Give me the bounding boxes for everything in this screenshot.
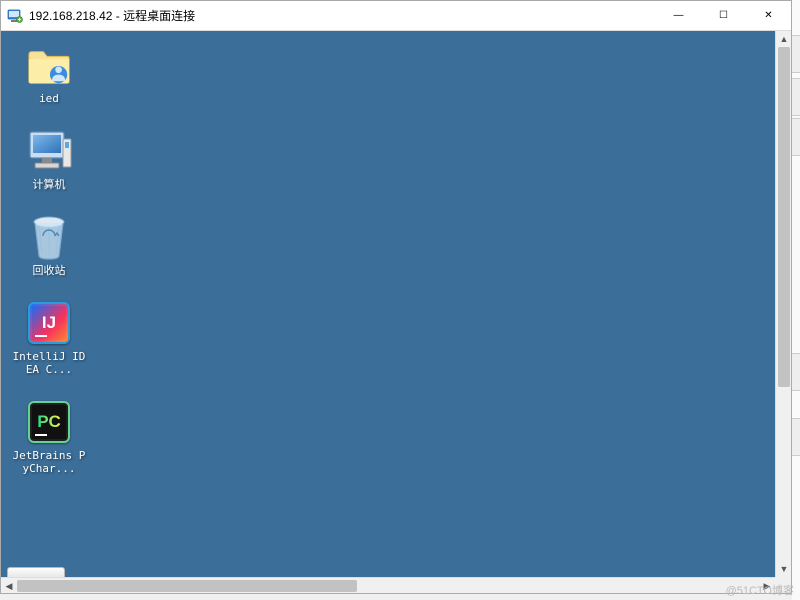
background-window-strip bbox=[792, 0, 800, 600]
vertical-scrollbar[interactable]: ▲ ▼ bbox=[775, 31, 791, 577]
pycharm-icon: PC bbox=[25, 398, 73, 446]
remote-desktop[interactable]: ied 计算机 bbox=[1, 31, 775, 577]
icon-label: JetBrains PyChar... bbox=[11, 449, 87, 475]
scrollbar-corner bbox=[775, 577, 791, 593]
window-controls: — ☐ ✕ bbox=[656, 1, 791, 30]
titlebar[interactable]: 192.168.218.42 - 远程桌面连接 — ☐ ✕ bbox=[1, 1, 791, 31]
background-item bbox=[792, 78, 800, 116]
horizontal-scrollbar[interactable]: ◀ ▶ bbox=[1, 577, 775, 593]
maximize-button[interactable]: ☐ bbox=[701, 1, 746, 30]
desktop-icon-computer[interactable]: 计算机 bbox=[11, 127, 87, 191]
scroll-right-arrow-icon[interactable]: ▶ bbox=[759, 578, 775, 593]
folder-icon bbox=[25, 41, 73, 89]
rdp-icon bbox=[7, 8, 23, 24]
vertical-scroll-thumb[interactable] bbox=[778, 47, 790, 387]
desktop-icon-intellij[interactable]: IJ IntelliJ IDEA C... bbox=[11, 299, 87, 376]
recycle-bin-icon bbox=[25, 213, 73, 261]
scroll-up-arrow-icon[interactable]: ▲ bbox=[776, 31, 791, 47]
remote-taskbar-peek[interactable] bbox=[7, 567, 65, 577]
desktop-icon-pycharm[interactable]: PC JetBrains PyChar... bbox=[11, 398, 87, 475]
desktop-icons-column: ied 计算机 bbox=[11, 41, 87, 475]
minimize-button[interactable]: — bbox=[656, 1, 701, 30]
window-title: 192.168.218.42 - 远程桌面连接 bbox=[29, 7, 656, 24]
icon-label: ied bbox=[11, 92, 87, 105]
desktop-icon-recycle-bin[interactable]: 回收站 bbox=[11, 213, 87, 277]
computer-icon bbox=[25, 127, 73, 175]
background-item bbox=[792, 418, 800, 456]
scroll-left-arrow-icon[interactable]: ◀ bbox=[1, 578, 17, 593]
intellij-icon: IJ bbox=[25, 299, 73, 347]
icon-label: IntelliJ IDEA C... bbox=[11, 350, 87, 376]
icon-label: 回收站 bbox=[11, 264, 87, 277]
desktop-icon-ied[interactable]: ied bbox=[11, 41, 87, 105]
background-item bbox=[792, 353, 800, 391]
client-area: ied 计算机 bbox=[1, 31, 791, 593]
horizontal-scroll-thumb[interactable] bbox=[17, 580, 357, 592]
background-item bbox=[792, 118, 800, 156]
background-item bbox=[792, 35, 800, 73]
icon-label: 计算机 bbox=[11, 178, 87, 191]
scroll-down-arrow-icon[interactable]: ▼ bbox=[776, 561, 791, 577]
close-button[interactable]: ✕ bbox=[746, 1, 791, 30]
rdp-window: 192.168.218.42 - 远程桌面连接 — ☐ ✕ bbox=[0, 0, 792, 594]
